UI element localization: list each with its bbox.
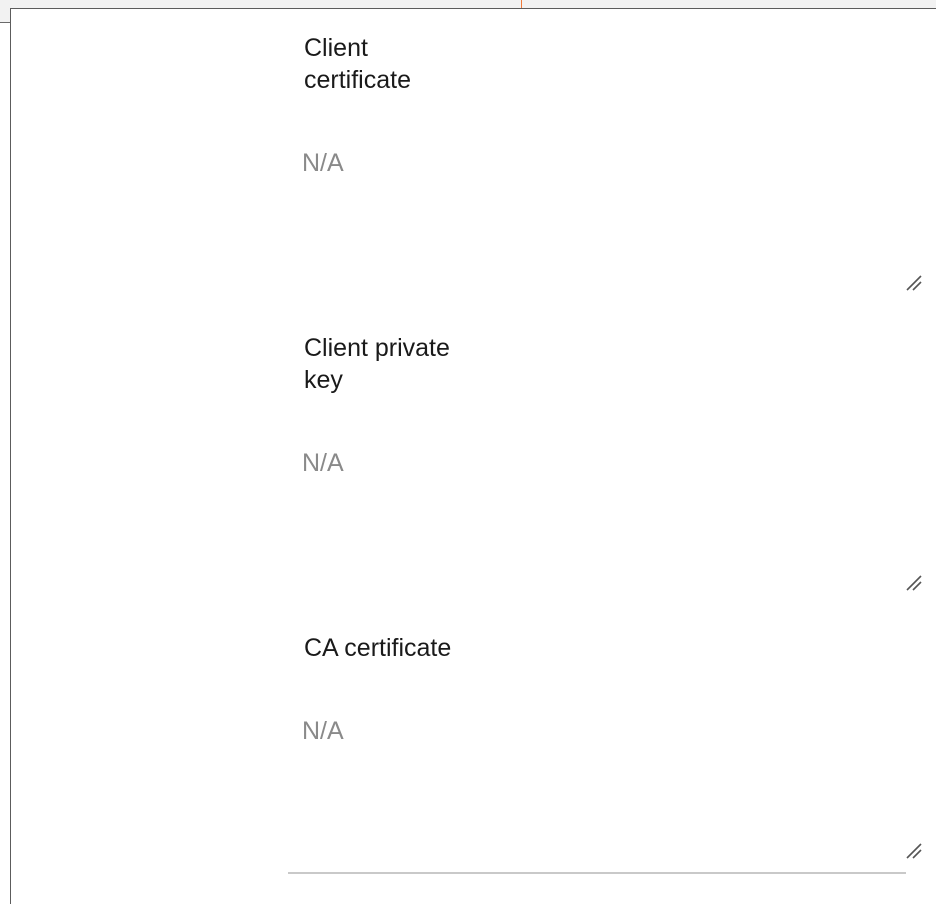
resize-grip-icon[interactable] bbox=[903, 572, 923, 592]
resize-grip-icon[interactable] bbox=[903, 840, 923, 860]
client-private-key-placeholder: N/A bbox=[302, 449, 344, 477]
accent-tick bbox=[521, 0, 522, 8]
ca-certificate-textarea[interactable]: N/A bbox=[299, 715, 927, 865]
field-underline bbox=[288, 872, 906, 874]
top-background-strip bbox=[0, 0, 936, 8]
ca-certificate-placeholder: N/A bbox=[302, 717, 344, 745]
client-private-key-textarea[interactable]: N/A bbox=[299, 447, 927, 597]
client-certificate-textarea[interactable]: N/A bbox=[299, 147, 927, 297]
client-certificate-label: Client certificate bbox=[304, 34, 411, 94]
certificate-settings-view: Client certificate N/A Client private ke… bbox=[0, 0, 936, 904]
client-private-key-label: Client private key bbox=[304, 334, 450, 394]
resize-grip-icon[interactable] bbox=[903, 272, 923, 292]
settings-panel: Client certificate N/A Client private ke… bbox=[10, 8, 936, 904]
ca-certificate-label: CA certificate bbox=[304, 634, 452, 662]
client-certificate-placeholder: N/A bbox=[302, 149, 344, 177]
